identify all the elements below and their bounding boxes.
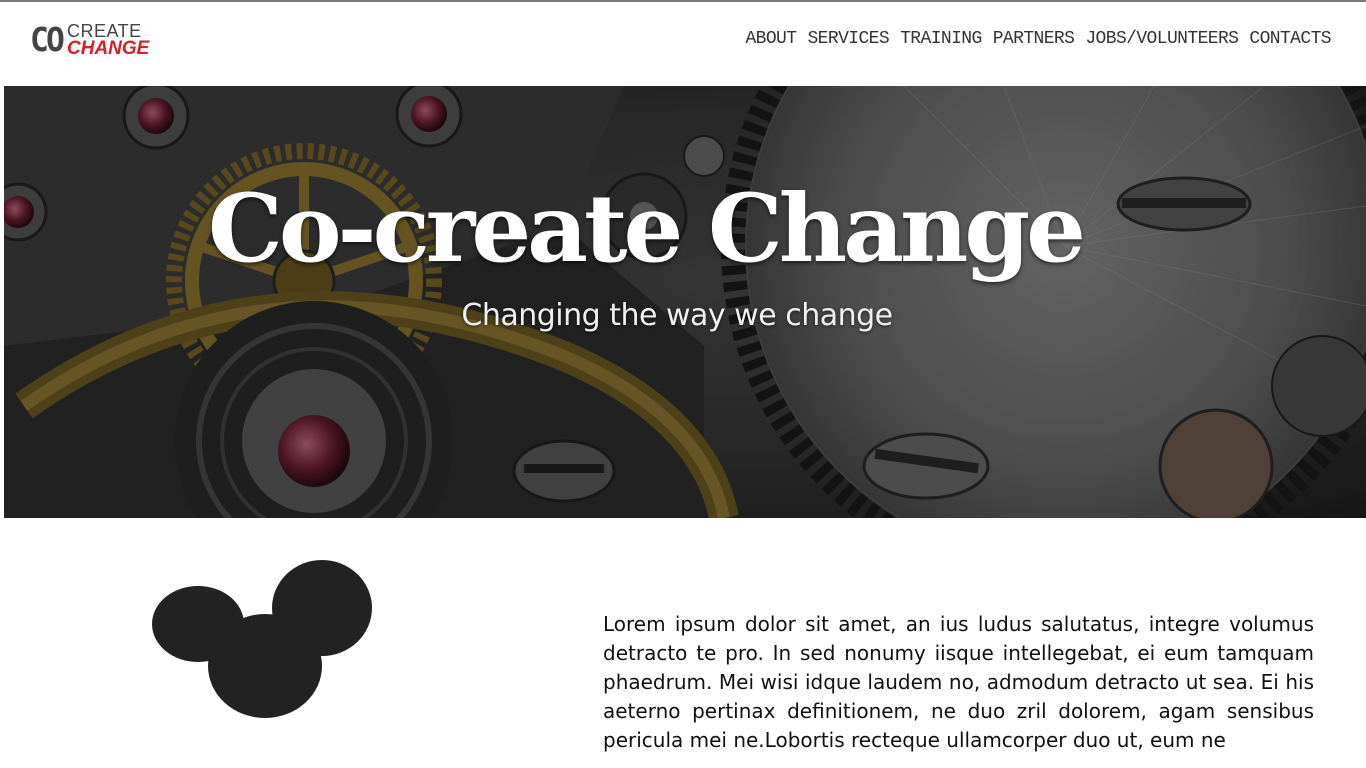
hero-title: Co-create Change bbox=[208, 174, 1086, 284]
circle-bottom bbox=[208, 614, 322, 718]
hero-subtitle: Changing the way we change bbox=[461, 298, 893, 333]
nav-services[interactable]: SERVICES bbox=[807, 29, 889, 49]
logo-change-text: CHANGE bbox=[67, 38, 150, 59]
nav-jobs-volunteers[interactable]: JOBS/VOLUNTEERS bbox=[1085, 29, 1239, 49]
site-logo[interactable]: CO CREATE CHANGE bbox=[30, 22, 170, 60]
hero-banner: Co-create Change Changing the way we cha… bbox=[4, 86, 1366, 518]
three-circles-graphic bbox=[150, 558, 380, 723]
site-header: CO CREATE CHANGE ABOUT SERVICES TRAINING… bbox=[0, 2, 1366, 84]
nav-partners[interactable]: PARTNERS bbox=[993, 29, 1075, 49]
nav-about[interactable]: ABOUT bbox=[745, 29, 797, 49]
intro-paragraph: Lorem ipsum dolor sit amet, an ius ludus… bbox=[603, 612, 1314, 752]
nav-contacts[interactable]: CONTACTS bbox=[1249, 29, 1331, 49]
logo-co-text: CO bbox=[30, 20, 65, 59]
main-nav: ABOUT SERVICES TRAINING PARTNERS JOBS/VO… bbox=[745, 29, 1331, 49]
nav-training[interactable]: TRAINING bbox=[900, 29, 982, 49]
